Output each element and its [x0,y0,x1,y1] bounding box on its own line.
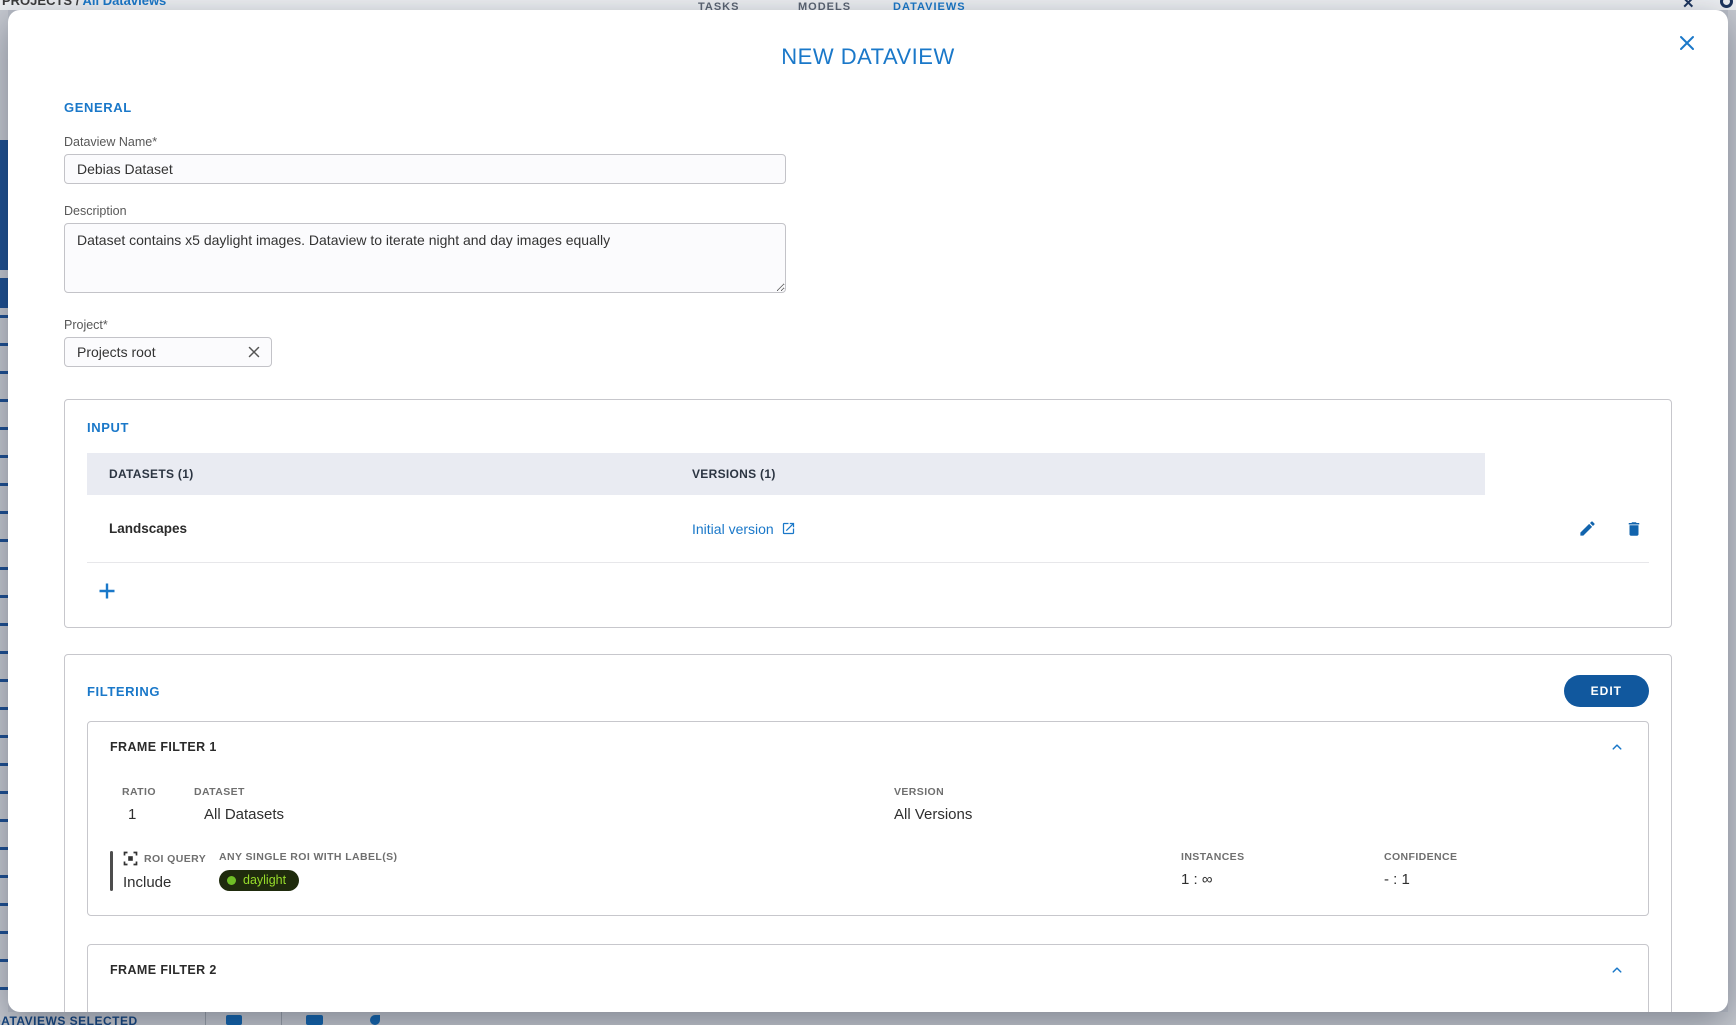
roi-query-label: ROI QUERY [144,853,206,865]
filtering-section-heading: FILTERING [87,684,160,699]
confidence-label: CONFIDENCE [1384,851,1626,863]
table-row-fragment [0,140,8,270]
input-section-heading: INPUT [87,420,1649,435]
delete-row-button[interactable] [1625,520,1643,538]
filtering-section: FILTERING EDIT FRAME FILTER 1 RATIO [64,654,1672,1012]
add-dataset-button[interactable] [95,579,119,603]
modal-title: NEW DATAVIEW [8,44,1728,70]
confidence-value: - : 1 [1384,871,1626,888]
table-row: Landscapes Initial version [87,495,1649,563]
column-header-datasets: DATASETS (1) [87,453,692,495]
footer-selected-label: DATAVIEWS SELECTED [0,1014,138,1025]
app-close-icon: ✕ [1682,0,1695,10]
description-label: Description [64,204,1672,218]
clear-icon [246,344,262,360]
datasets-table-header: DATASETS (1) VERSIONS (1) [87,453,1649,495]
close-icon [1677,33,1697,53]
app-footer-fragment: DATAVIEWS SELECTED [0,1012,1736,1025]
trash-icon [1625,520,1643,538]
project-label: Project* [64,318,1672,332]
version-label: VERSION [894,786,1626,798]
ratio-label: RATIO [122,786,194,798]
instances-value: 1 : ∞ [1181,871,1384,888]
breadcrumb-page: All Dataviews [82,0,166,8]
dataset-label: DATASET [194,786,894,798]
tab-models: MODELS [798,1,851,10]
app-table-fragment-left [0,10,8,1012]
collapse-filter-2-button[interactable] [1608,961,1626,979]
table-row-fragment [0,278,8,308]
move-icon [370,1015,380,1025]
pencil-icon [1578,519,1597,538]
roi-rule-label: ANY SINGLE ROI WITH LABEL(S) [219,851,1181,863]
footer-divider [281,1012,282,1025]
instances-label: INSTANCES [1181,851,1384,863]
frame-filter-2-title: FRAME FILTER 2 [110,963,217,977]
tab-dataviews: DATAVIEWS [893,1,966,10]
edit-row-button[interactable] [1578,519,1597,538]
roi-query-icon [123,851,138,866]
chevron-up-icon [1608,961,1626,979]
roi-label-chip: daylight [219,870,299,891]
general-section-heading: GENERAL [64,100,1672,115]
datasets-table: DATASETS (1) VERSIONS (1) Landscapes Ini… [87,453,1649,563]
column-header-actions [1485,453,1649,495]
breadcrumb-separator: / [76,0,80,8]
dataset-name: Landscapes [87,521,692,536]
help-icon [1720,0,1733,8]
tab-tasks: TASKS [698,1,739,10]
frame-filter-1: FRAME FILTER 1 RATIO 1 DATASET All Da [87,721,1649,916]
dataview-name-label: Dataview Name* [64,135,1672,149]
project-clear-button[interactable] [246,344,262,365]
dataset-value: All Datasets [194,806,894,823]
close-button[interactable] [1674,30,1700,56]
description-textarea[interactable]: Dataset contains x5 daylight images. Dat… [64,223,786,293]
frame-filter-2: FRAME FILTER 2 [87,944,1649,1012]
roi-rule-bar [110,851,113,891]
archive-icon [226,1015,242,1025]
frame-filter-1-title: FRAME FILTER 1 [110,740,217,754]
breadcrumb: PROJECTS / All Dataviews [2,0,166,8]
footer-divider [205,1012,206,1025]
collapse-filter-1-button[interactable] [1608,738,1626,756]
roi-mode-value: Include [123,874,219,891]
plus-icon [95,579,119,603]
version-link-label: Initial version [692,521,774,537]
project-input[interactable] [64,337,272,367]
app-header-fragment: PROJECTS / All Dataviews TASKS MODELS DA… [0,0,1736,10]
label-color-dot [227,876,236,885]
chevron-up-icon [1608,738,1626,756]
column-header-versions: VERSIONS (1) [692,453,1485,495]
app-fragment-right [1728,10,1736,1012]
new-dataview-modal: NEW DATAVIEW GENERAL Dataview Name* Desc… [8,10,1728,1012]
dataview-name-input[interactable] [64,154,786,184]
external-link-icon [781,521,796,536]
ratio-value: 1 [122,806,194,823]
table-rows-fragment [0,315,8,1012]
version-value: All Versions [894,806,1626,823]
version-link[interactable]: Initial version [692,521,1485,537]
roi-label-text: daylight [243,873,286,887]
folder-icon [306,1015,323,1025]
breadcrumb-root: PROJECTS [2,0,72,8]
edit-filtering-button[interactable]: EDIT [1564,675,1649,707]
input-section: INPUT DATASETS (1) VERSIONS (1) Landscap… [64,399,1672,628]
